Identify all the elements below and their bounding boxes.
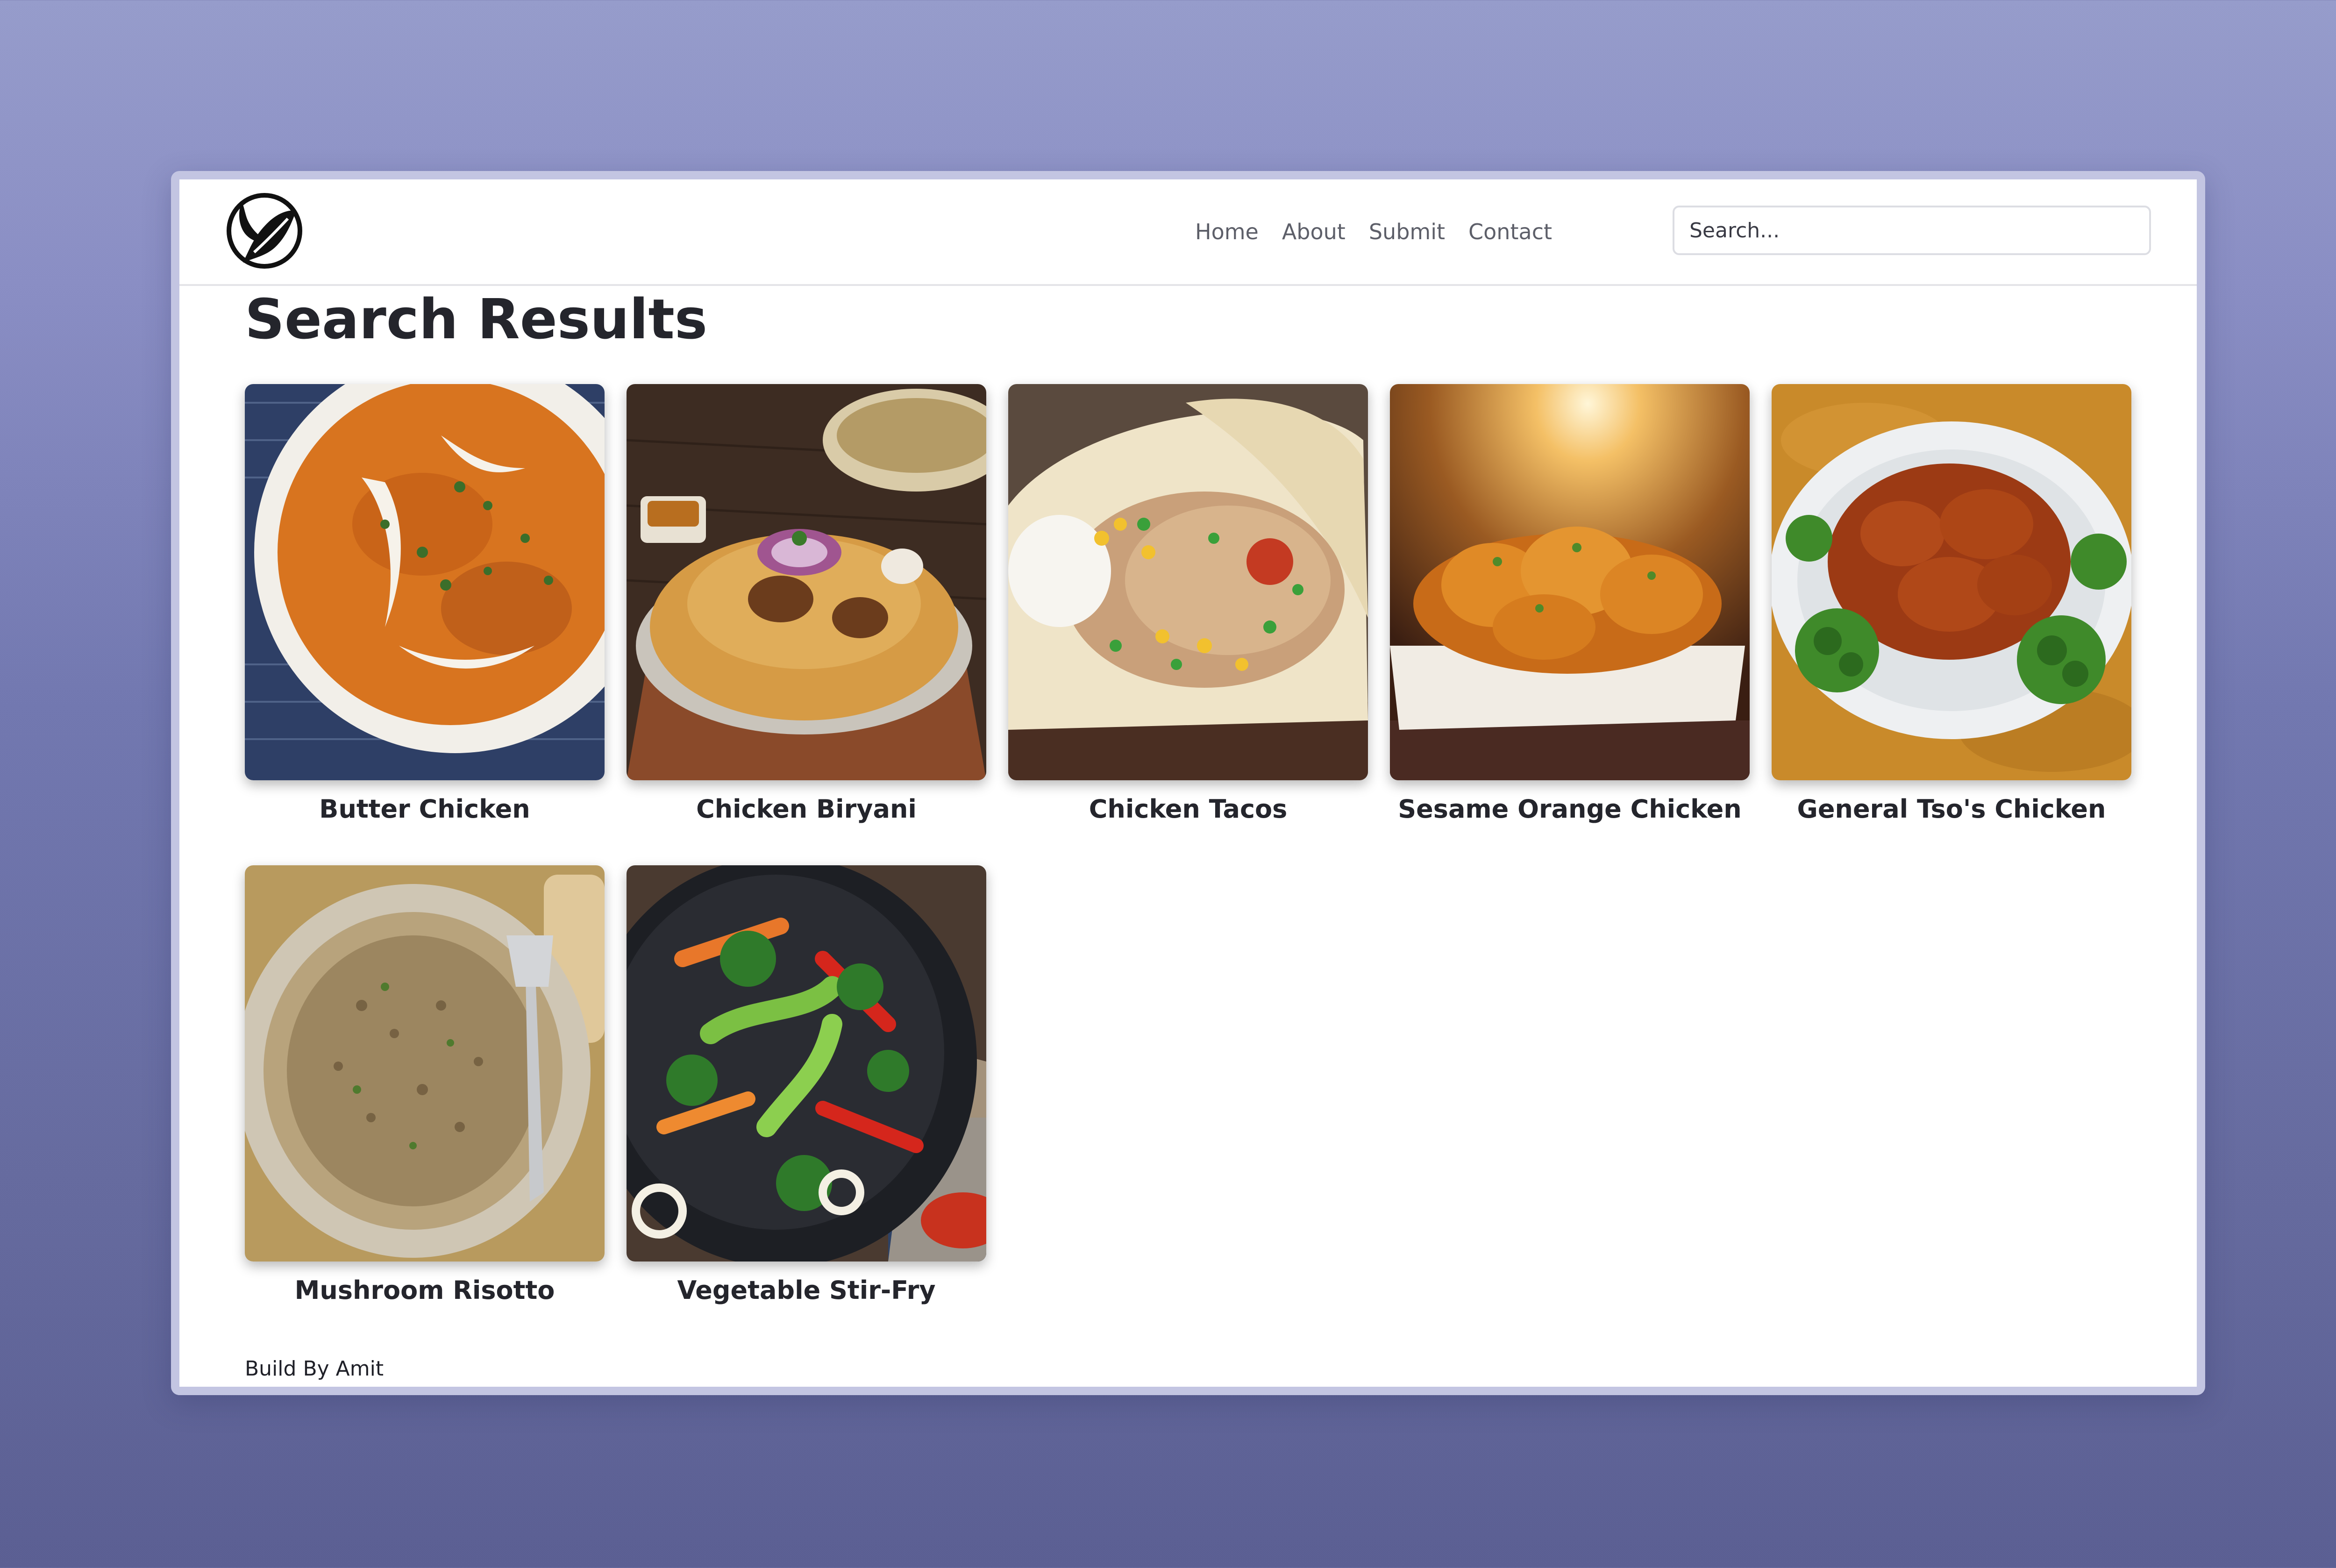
recipe-title[interactable]: Sesame Orange Chicken [1390, 794, 1750, 824]
app-window: Home About Submit Contact Search Results [179, 179, 2197, 1387]
recipe-card[interactable]: General Tso's Chicken [1772, 384, 2131, 837]
chicken-tacos-photo[interactable] [1008, 384, 1368, 780]
recipe-card[interactable]: Mushroom Risotto [245, 865, 605, 1319]
leaf-circle-logo-icon[interactable] [226, 192, 303, 269]
nav-link-home[interactable]: Home [1195, 219, 1259, 244]
browser-window-frame: Home About Submit Contact Search Results [171, 171, 2205, 1395]
recipe-title[interactable]: Chicken Tacos [1008, 794, 1368, 824]
recipe-title[interactable]: Chicken Biryani [627, 794, 986, 824]
search-input[interactable] [1673, 206, 2151, 255]
footer-credit: Build By Amit [245, 1357, 384, 1381]
page-title: Search Results [245, 287, 708, 351]
recipe-title[interactable]: General Tso's Chicken [1772, 794, 2131, 824]
butter-chicken-photo[interactable] [245, 384, 605, 780]
recipe-title[interactable]: Mushroom Risotto [245, 1276, 605, 1305]
recipe-title[interactable]: Butter Chicken [245, 794, 605, 824]
vegetable-stir-fry-photo[interactable] [627, 865, 986, 1262]
general-tsos-chicken-photo[interactable] [1772, 384, 2131, 780]
recipe-card[interactable]: Sesame Orange Chicken [1390, 384, 1750, 837]
recipe-card[interactable]: Chicken Tacos [1008, 384, 1368, 837]
results-grid: Butter Chicken Chicken Biryani Chicken T… [245, 384, 2160, 1319]
recipe-card[interactable]: Chicken Biryani [627, 384, 986, 837]
navbar: Home About Submit Contact [179, 179, 2197, 286]
chicken-biryani-photo[interactable] [627, 384, 986, 780]
recipe-card[interactable]: Butter Chicken [245, 384, 605, 837]
sesame-orange-chicken-photo[interactable] [1390, 384, 1750, 780]
recipe-title[interactable]: Vegetable Stir-Fry [627, 1276, 986, 1305]
nav-link-contact[interactable]: Contact [1468, 219, 1552, 244]
mushroom-risotto-photo[interactable] [245, 865, 605, 1262]
nav-link-submit[interactable]: Submit [1369, 219, 1445, 244]
nav-links: Home About Submit Contact [1195, 179, 1552, 284]
recipe-card[interactable]: Vegetable Stir-Fry [627, 865, 986, 1319]
nav-link-about[interactable]: About [1282, 219, 1346, 244]
